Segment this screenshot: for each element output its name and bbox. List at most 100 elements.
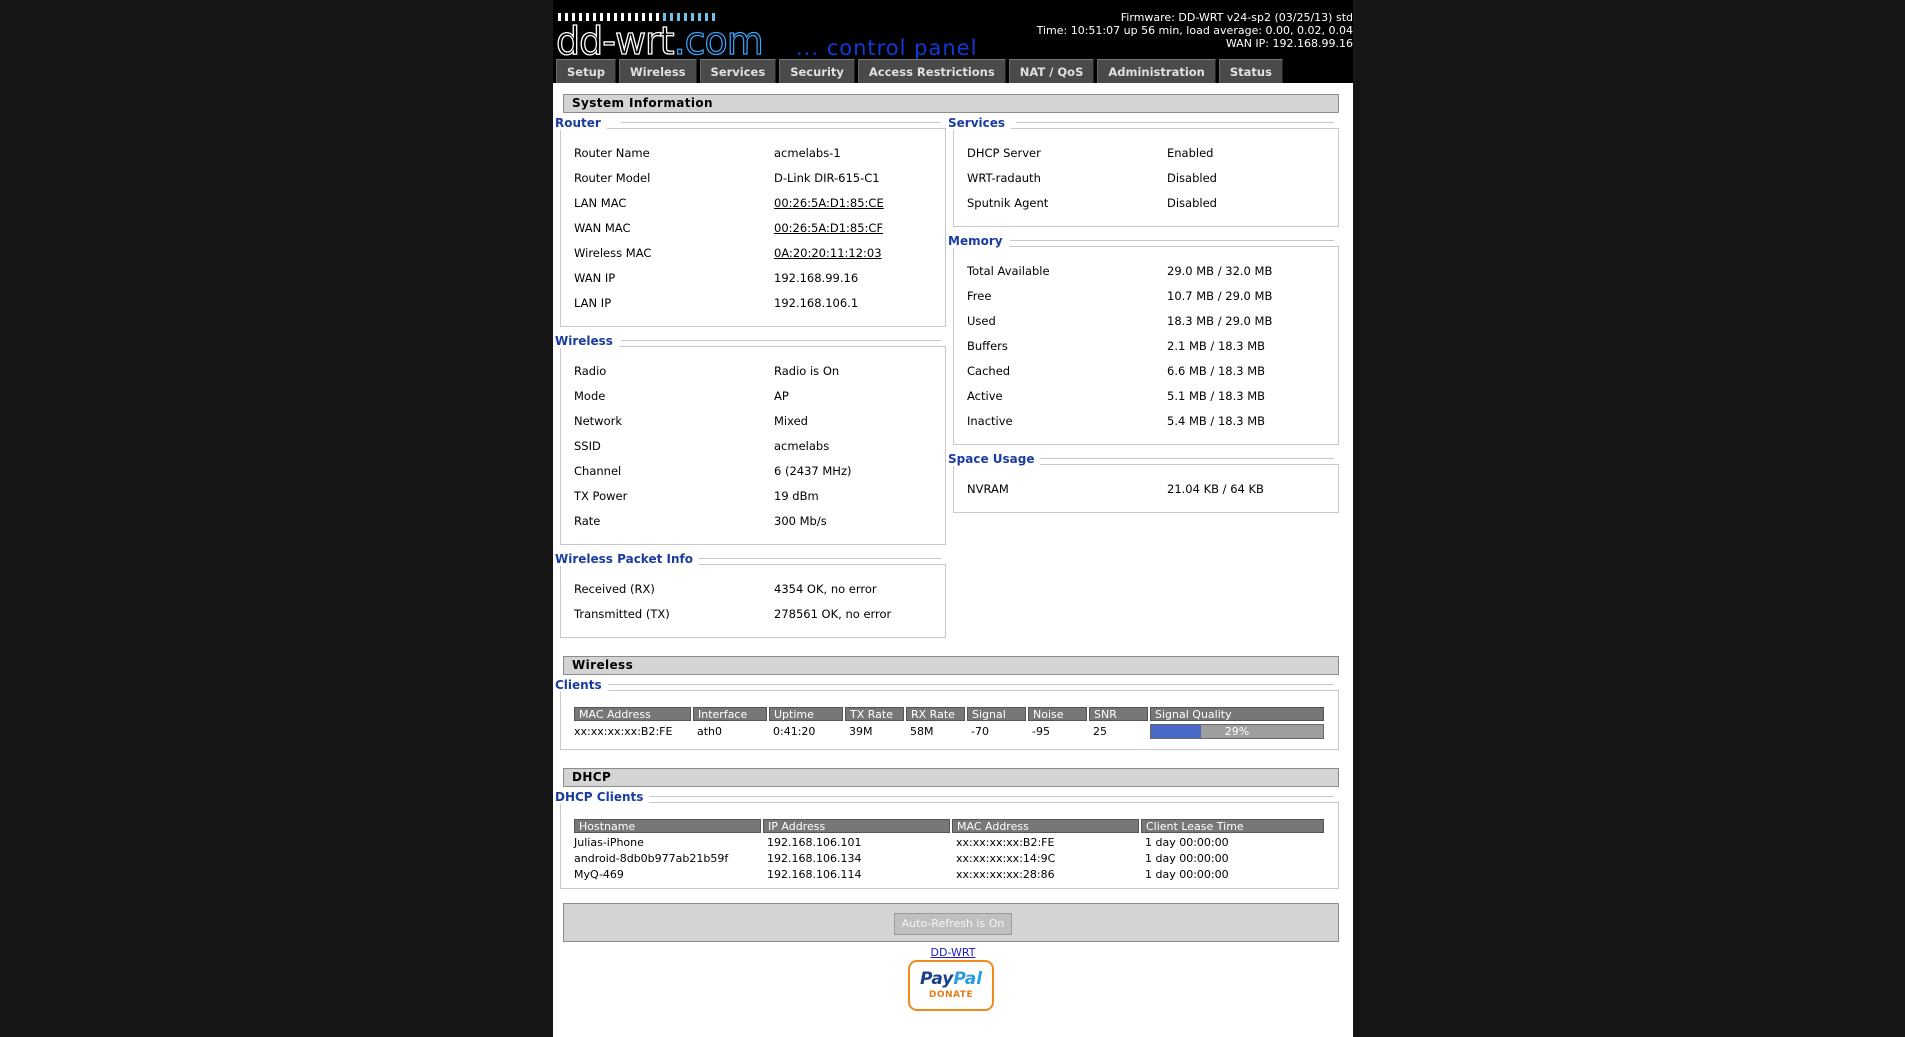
col-uptime: Uptime bbox=[769, 707, 843, 721]
router-model-label: Router Model bbox=[574, 171, 651, 185]
logo-name: dd-wrt bbox=[555, 19, 675, 63]
ssid-value: acmelabs bbox=[774, 439, 830, 453]
network-label: Network bbox=[574, 414, 623, 428]
dhcp-server-value: Enabled bbox=[1167, 146, 1214, 160]
dhcp-ip: 192.168.106.101 bbox=[767, 836, 862, 849]
dhcp-clients-legend: DHCP Clients bbox=[555, 790, 650, 804]
sputnik-value: Disabled bbox=[1167, 196, 1217, 210]
mem-buffers-label: Buffers bbox=[967, 339, 1008, 353]
mode-label: Mode bbox=[574, 389, 606, 403]
wireless-section-title: Wireless bbox=[563, 656, 1339, 675]
client-uptime: 0:41:20 bbox=[773, 725, 816, 738]
col-signal-quality: Signal Quality bbox=[1150, 707, 1324, 721]
mem-active-label: Active bbox=[967, 389, 1003, 403]
dhcp-mac: xx:xx:xx:xx:B2:FE bbox=[956, 836, 1055, 849]
mem-active-value: 5.1 MB / 18.3 MB bbox=[1167, 389, 1266, 403]
packet-info-legend: Wireless Packet Info bbox=[555, 552, 699, 566]
dhcp-section-title: DHCP bbox=[563, 768, 1339, 787]
uptime-text: Time: 10:51:07 up 56 min, load average: … bbox=[1036, 24, 1353, 37]
tx-value: 278561 OK, no error bbox=[774, 607, 892, 621]
tab-access-restrictions[interactable]: Access Restrictions bbox=[857, 59, 1006, 83]
wan-ip-text: WAN IP: 192.168.99.16 bbox=[1225, 37, 1353, 50]
col-lease-time: Client Lease Time bbox=[1141, 819, 1324, 833]
dhcp-ip: 192.168.106.134 bbox=[767, 852, 862, 865]
ddwrt-link[interactable]: DD-WRT bbox=[553, 946, 1353, 959]
space-usage-legend: Space Usage bbox=[948, 452, 1041, 466]
signal-quality-text: 29% bbox=[1224, 725, 1250, 738]
paypal-text-b: Pal bbox=[953, 969, 983, 989]
rx-value: 4354 OK, no error bbox=[774, 582, 877, 596]
client-snr: 25 bbox=[1093, 725, 1107, 738]
memory-legend: Memory bbox=[948, 234, 1009, 248]
services-legend: Services bbox=[948, 116, 1012, 130]
firmware-text: Firmware: DD-WRT v24-sp2 (03/25/13) std bbox=[1120, 11, 1353, 24]
dhcp-lease: 1 day 00:00:00 bbox=[1145, 852, 1229, 865]
tab-services[interactable]: Services bbox=[699, 59, 777, 83]
dhcp-mac: xx:xx:xx:xx:28:86 bbox=[956, 868, 1055, 881]
wireless-legend: Wireless bbox=[555, 334, 619, 348]
logo-domain: .com bbox=[673, 19, 764, 63]
col-dhcp-mac-address: MAC Address bbox=[952, 819, 1139, 833]
dhcp-host: MyQ-469 bbox=[574, 868, 624, 881]
wan-ip-value: 192.168.99.16 bbox=[774, 271, 859, 285]
lan-mac-link[interactable]: 00:26:5A:D1:85:CE bbox=[774, 195, 884, 211]
router-fieldset: Router Router Name acmelabs-1 Router Mode… bbox=[555, 116, 946, 327]
services-fieldset: Services DHCP Server Enabled WRT-radauth D… bbox=[948, 116, 1339, 227]
system-information-title: System Information bbox=[563, 94, 1339, 113]
client-mac: xx:xx:xx:xx:B2:FE bbox=[574, 725, 673, 738]
paypal-donate-button[interactable]: PayPal DONATE bbox=[908, 960, 994, 1011]
col-hostname: Hostname bbox=[574, 819, 761, 833]
wan-mac-link[interactable]: 00:26:5A:D1:85:CF bbox=[774, 220, 883, 236]
wan-mac-label: WAN MAC bbox=[574, 221, 631, 235]
clients-fieldset: Clients MAC Address Interface Uptime TX … bbox=[555, 678, 1339, 750]
channel-label: Channel bbox=[574, 464, 622, 478]
lan-ip-value: 192.168.106.1 bbox=[774, 296, 859, 310]
tab-wireless[interactable]: Wireless bbox=[619, 59, 697, 83]
mem-total-value: 29.0 MB / 32.0 MB bbox=[1167, 264, 1273, 278]
col-ip-address: IP Address bbox=[763, 819, 950, 833]
dhcp-host: Julias-iPhone bbox=[574, 836, 644, 849]
logo-tagline: ... control panel bbox=[796, 36, 978, 60]
rate-value: 300 Mb/s bbox=[774, 514, 827, 528]
tab-nat-qos[interactable]: NAT / QoS bbox=[1008, 59, 1095, 83]
main-tabs: Setup Wireless Services Security Access … bbox=[556, 59, 1283, 83]
channel-value: 6 (2437 MHz) bbox=[774, 464, 852, 478]
dhcp-host: android-8db0b977ab21b59f bbox=[574, 852, 729, 865]
packet-info-fieldset: Wireless Packet Info Received (RX) 4354 O… bbox=[555, 552, 946, 638]
auto-refresh-button[interactable]: Auto-Refresh is On bbox=[894, 913, 1012, 935]
mem-inactive-label: Inactive bbox=[967, 414, 1013, 428]
mode-value: AP bbox=[774, 389, 789, 403]
client-signal: -70 bbox=[971, 725, 989, 738]
radio-value: Radio is On bbox=[774, 364, 840, 378]
dhcp-mac: xx:xx:xx:xx:14:9C bbox=[956, 852, 1056, 865]
col-signal: Signal bbox=[967, 707, 1026, 721]
wrt-radauth-value: Disabled bbox=[1167, 171, 1217, 185]
col-tx-rate: TX Rate bbox=[845, 707, 904, 721]
router-model-value: D-Link DIR-615-C1 bbox=[774, 171, 880, 185]
tx-power-value: 19 dBm bbox=[774, 489, 819, 503]
refresh-bar: Auto-Refresh is On bbox=[563, 903, 1339, 942]
mem-buffers-value: 2.1 MB / 18.3 MB bbox=[1167, 339, 1266, 353]
mem-free-value: 10.7 MB / 29.0 MB bbox=[1167, 289, 1273, 303]
tab-status[interactable]: Status bbox=[1218, 59, 1283, 83]
tx-power-label: TX Power bbox=[574, 489, 628, 503]
wireless-mac-link[interactable]: 0A:20:20:11:12:03 bbox=[774, 245, 882, 261]
tab-administration[interactable]: Administration bbox=[1097, 59, 1216, 83]
dhcp-ip: 192.168.106.114 bbox=[767, 868, 862, 881]
ddwrt-logo[interactable]: dd-wrt.com ... control panel bbox=[555, 6, 986, 61]
tab-security[interactable]: Security bbox=[779, 59, 855, 83]
client-interface: ath0 bbox=[697, 725, 723, 738]
tab-setup[interactable]: Setup bbox=[556, 59, 616, 83]
router-name-label: Router Name bbox=[574, 146, 650, 160]
mem-total-label: Total Available bbox=[967, 264, 1050, 278]
lan-ip-label: LAN IP bbox=[574, 296, 612, 310]
mem-cached-value: 6.6 MB / 18.3 MB bbox=[1167, 364, 1266, 378]
col-mac-address: MAC Address bbox=[574, 707, 691, 721]
dhcp-clients-fieldset: DHCP Clients Hostname IP Address MAC Add… bbox=[555, 790, 1339, 889]
mem-cached-label: Cached bbox=[967, 364, 1011, 378]
main-panel: System Information Router Router Name acm… bbox=[553, 83, 1353, 1037]
header: dd-wrt.com ... control panel Firmware: D… bbox=[553, 0, 1353, 83]
client-tx-rate: 39M bbox=[849, 725, 873, 738]
mem-used-value: 18.3 MB / 29.0 MB bbox=[1167, 314, 1273, 328]
router-name-value: acmelabs-1 bbox=[774, 146, 841, 160]
